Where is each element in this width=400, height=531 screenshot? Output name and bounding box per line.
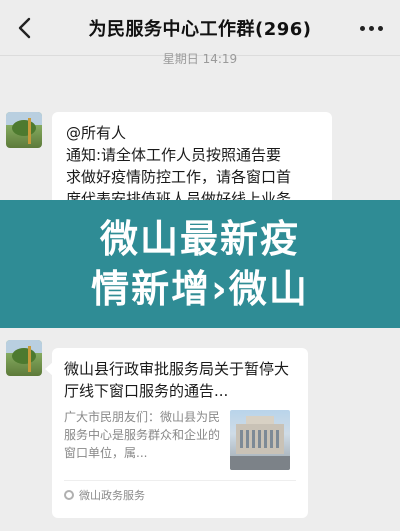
avatar[interactable] [6,340,42,376]
share-card-title: 微山县行政审批服务局关于暂停大厅线下窗口服务的通告... [64,360,290,400]
share-card-description: 广大市民朋友们：微山县为民服务中心是服务群众和企业的窗口单位，属... [64,410,221,460]
more-button[interactable] [356,14,386,42]
ellipsis-icon [359,25,383,31]
chat-header: 为民服务中心工作群(296) [0,0,400,56]
mini-program-icon [64,490,74,500]
banner-line-2: 情新增›微山 [91,267,309,311]
card-divider [64,480,296,481]
share-card[interactable]: 微山县行政审批服务局关于暂停大厅线下窗口服务的通告... 广大市民朋友们：微山县… [45,348,308,518]
back-button[interactable] [10,12,38,44]
message-line: 求做好疫情防控工作，请各窗口首 [66,168,292,186]
headline-banner: 微山最新疫 情新增›微山 [0,200,400,328]
message-line: @所有人 [66,124,127,142]
building-thumbnail [230,410,290,470]
message-timestamp: 星期日 14:19 [162,52,238,66]
share-card-source: 微山政务服务 [64,487,296,503]
message-line: 通知:请全体工作人员按照通告要 [66,146,282,164]
chat-title: 为民服务中心工作群(296) [88,18,312,40]
avatar[interactable] [6,112,42,148]
source-label: 微山政务服务 [79,489,145,502]
banner-line-1: 微山最新疫 [99,217,300,261]
chevron-left-icon [18,17,31,39]
